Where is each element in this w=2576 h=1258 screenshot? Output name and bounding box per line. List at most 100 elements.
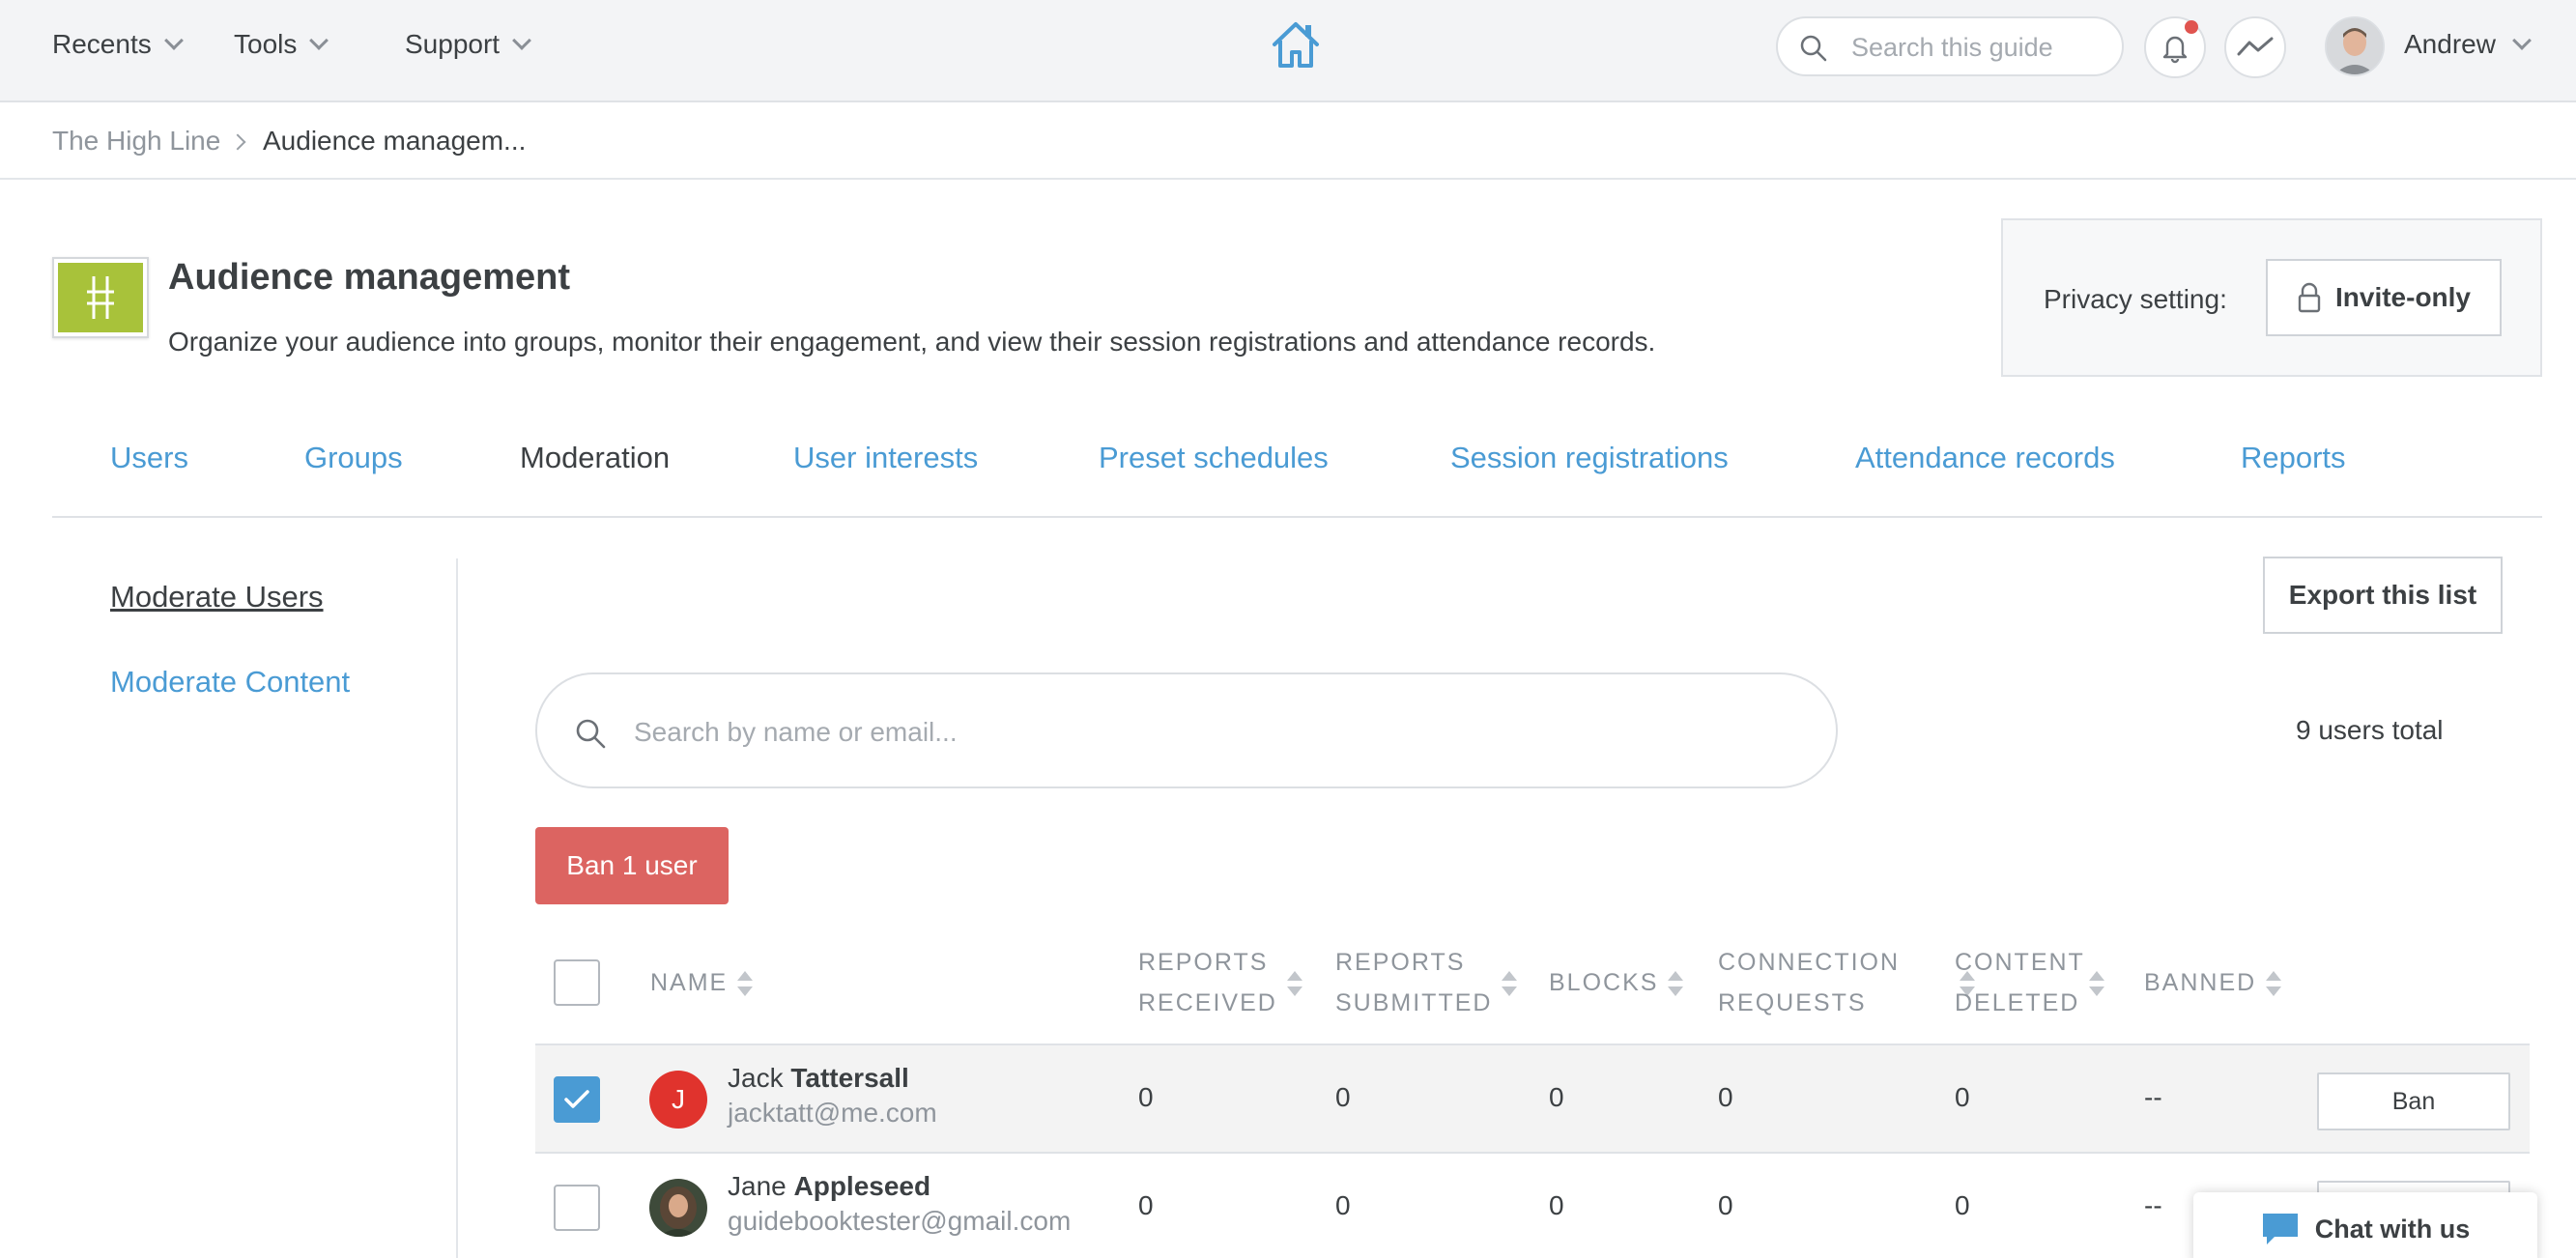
lock-icon [2298,282,2321,313]
avatar-initial: J [672,1084,685,1114]
user-name[interactable]: Jack Tattersall [728,1063,909,1094]
column-header-name[interactable]: NAME [650,962,754,1003]
user-first-name: Jane [728,1171,787,1201]
chat-widget-label: Chat with us [2314,1214,2471,1244]
sort-icon [2089,970,2105,997]
tools-menu-label: Tools [234,29,298,59]
chat-widget-button[interactable]: Chat with us [2193,1192,2537,1258]
sidebar-divider [456,558,458,1258]
breadcrumb-current: Audience managem... [263,126,527,156]
sort-icon [1502,970,1518,997]
column-header-label: BLOCKS [1549,969,1659,996]
column-header-label: REQUESTS [1718,989,1867,1016]
chat-bubble-icon [2262,1214,2298,1244]
blocks-value: 0 [1549,1082,1564,1112]
tab-preset-schedules[interactable]: Preset schedules [1099,441,1329,475]
column-header-connection-requests[interactable]: CONNECTION REQUESTS [1718,942,1975,1023]
user-first-name: Jack [728,1063,784,1093]
tab-moderation[interactable]: Moderation [520,441,670,475]
tab-reports[interactable]: Reports [2241,441,2346,475]
sort-icon [2266,970,2282,997]
row-select-checkbox[interactable] [554,1185,600,1231]
page-title: Audience management [168,257,570,298]
column-header-label: CONTENT [1955,949,2085,976]
user-menu[interactable]: Andrew [2404,29,2532,60]
column-header-label: REPORTS [1335,949,1466,976]
column-header-label: CONNECTION [1718,949,1901,976]
user-avatar-image [2327,18,2383,74]
search-icon [576,719,606,749]
sort-icon [1286,970,1302,997]
chevron-right-icon [229,133,246,151]
table-row[interactable]: J Jack Tattersall jacktatt@me.com 0 0 0 … [535,1044,2530,1152]
column-header-banned[interactable]: BANNED [2144,962,2282,1003]
avatar [649,1179,707,1237]
avatar: J [649,1071,707,1129]
recents-menu-label: Recents [52,29,152,59]
user-search-box[interactable] [535,672,1838,788]
banned-value: -- [2144,1082,2162,1112]
reports-received-value: 0 [1138,1190,1154,1220]
tab-users[interactable]: Users [110,441,188,475]
column-header-label: BANNED [2144,969,2257,996]
home-icon[interactable] [1269,17,1323,71]
tab-user-interests[interactable]: User interests [793,441,978,475]
ban-selected-users-button[interactable]: Ban 1 user [535,827,729,904]
sidebar-item-moderate-content[interactable]: Moderate Content [110,665,350,700]
select-all-checkbox[interactable] [554,959,600,1006]
guide-logo [52,257,149,338]
chevron-down-icon [512,31,531,50]
content-deleted-value: 0 [1955,1190,1970,1220]
chevron-down-icon [2512,31,2532,50]
privacy-setting-button[interactable]: Invite-only [2266,259,2502,336]
notification-dot [2185,20,2198,34]
privacy-setting-label: Privacy setting: [2044,284,2227,314]
reports-submitted-value: 0 [1335,1190,1351,1220]
column-header-blocks[interactable]: BLOCKS [1549,962,1684,1003]
support-menu[interactable]: Support [405,29,531,60]
recents-menu[interactable]: Recents [52,29,184,60]
bell-icon [2162,36,2188,64]
tab-attendance-records[interactable]: Attendance records [1855,441,2115,475]
breadcrumb-parent-link[interactable]: The High Line [52,126,220,157]
tools-menu[interactable]: Tools [234,29,329,60]
export-list-button[interactable]: Export this list [2263,557,2503,634]
reports-submitted-value: 0 [1335,1082,1351,1112]
top-navigation-bar: Recents Tools Support Search this guide … [0,0,2576,102]
column-header-reports-submitted[interactable]: REPORTS SUBMITTED [1335,942,1518,1023]
column-header-label: RECEIVED [1138,989,1277,1016]
section-tabs: Users Groups Moderation User interests P… [52,396,2542,518]
support-menu-label: Support [405,29,501,59]
connection-requests-value: 0 [1718,1082,1733,1112]
column-header-label: SUBMITTED [1335,989,1493,1016]
activity-trend-icon [2237,37,2274,56]
user-search-input[interactable] [634,713,1793,752]
column-header-reports-received[interactable]: REPORTS RECEIVED [1138,942,1302,1023]
checkmark-icon [564,1090,589,1108]
column-header-content-deleted[interactable]: CONTENT DELETED [1955,942,2105,1023]
user-name-label: Andrew [2404,29,2496,59]
activity-button[interactable] [2224,16,2286,78]
notifications-button[interactable] [2144,16,2206,78]
privacy-setting-panel: Privacy setting: Invite-only [2001,218,2542,377]
breadcrumb: The High Line Audience managem... [0,102,2576,180]
search-icon [1800,35,1827,62]
user-last-name: Appleseed [793,1171,931,1201]
guide-search-input[interactable] [1851,30,2112,65]
highline-logo-icon [87,276,114,319]
tab-groups[interactable]: Groups [304,441,403,475]
privacy-setting-value: Invite-only [2334,282,2471,312]
user-name[interactable]: Jane Appleseed [728,1171,930,1202]
row-select-checkbox[interactable] [554,1076,600,1123]
ban-user-button[interactable]: Ban [2317,1072,2510,1130]
guide-search-box[interactable] [1776,16,2124,76]
user-avatar[interactable] [2325,16,2385,76]
column-header-name-label: NAME [650,969,729,996]
tab-session-registrations[interactable]: Session registrations [1450,441,1729,475]
blocks-value: 0 [1549,1190,1564,1220]
sort-icon [737,970,754,997]
user-email: jacktatt@me.com [728,1098,937,1128]
sidebar-item-moderate-users[interactable]: Moderate Users [110,580,324,615]
page-description: Organize your audience into groups, moni… [168,327,1656,357]
user-email: guidebooktester@gmail.com [728,1206,1072,1236]
